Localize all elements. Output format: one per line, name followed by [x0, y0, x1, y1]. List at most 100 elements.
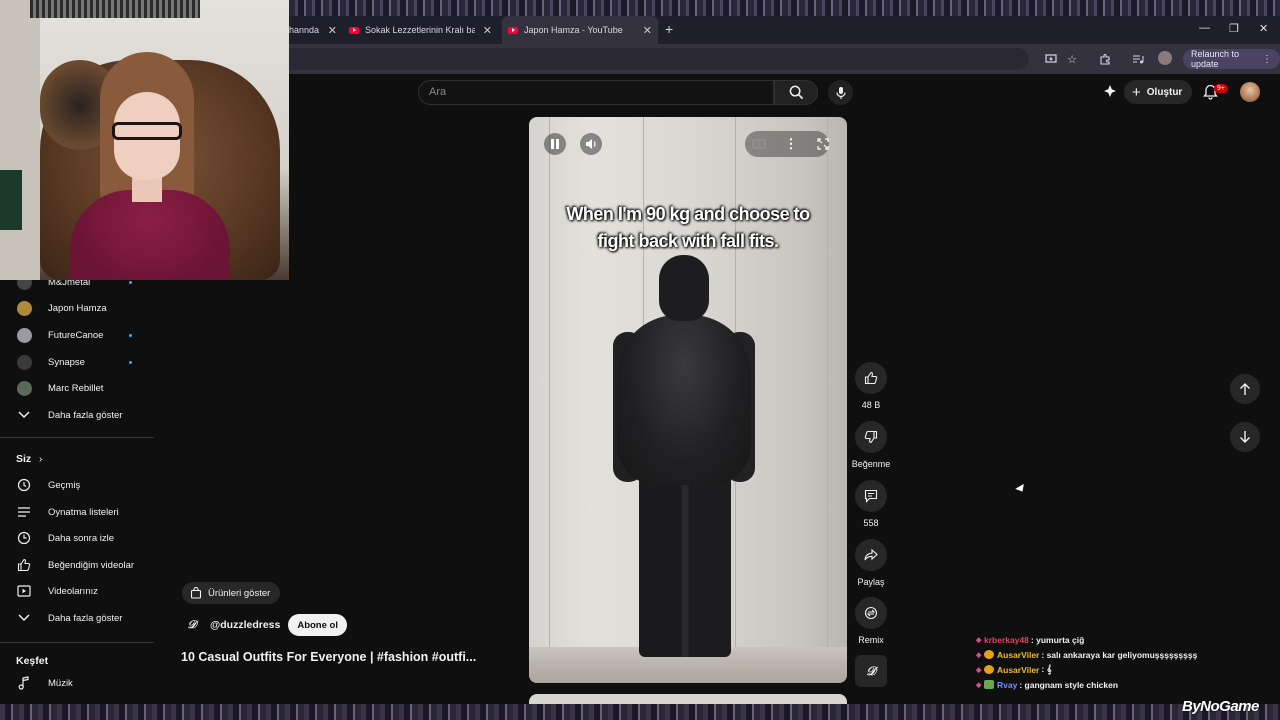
install-app-icon[interactable] [1044, 52, 1058, 66]
fullscreen-icon [817, 138, 829, 150]
video-person [639, 467, 731, 657]
fullscreen-button[interactable] [812, 133, 834, 155]
chat-message: ◆ Rvay : gangnam style chicken [976, 677, 1276, 692]
shorts-video-player[interactable]: When I'm 90 kg and choose to fight back … [529, 117, 847, 683]
channel-avatar [16, 380, 32, 396]
thumbs-up-icon [864, 371, 878, 385]
show-more-label: Daha fazla göster [48, 612, 123, 624]
sidebar: M&Jmetal Japon Hamza FutureCanoe Synapse… [0, 274, 154, 704]
audio-source-button[interactable]: 𝒟 [851, 655, 891, 687]
relaunch-label: Relaunch to update [1191, 49, 1240, 69]
remix-label: Remix [858, 635, 884, 645]
search-button[interactable] [774, 80, 818, 105]
sidebar-item-your-videos[interactable]: Videolarınız [0, 578, 154, 604]
close-tab-icon[interactable]: ✕ [328, 24, 337, 37]
chat-badge-icon [984, 680, 994, 689]
show-more-you-button[interactable]: Daha fazla göster [0, 605, 154, 631]
sidebar-item-watch-later[interactable]: Daha sonra izle [0, 525, 154, 551]
create-button[interactable]: + Oluştur [1124, 80, 1193, 104]
sidebar-item-liked-videos[interactable]: Beğendiğim videolar [0, 552, 154, 578]
pause-button[interactable] [544, 133, 566, 155]
previous-short-button[interactable] [1230, 374, 1260, 404]
restore-icon[interactable]: ❐ [1229, 22, 1239, 35]
sidebar-item-subscription[interactable]: Japon Hamza [0, 295, 154, 321]
bookmark-star-icon[interactable]: ☆ [1065, 52, 1079, 66]
sidebar-item-music[interactable]: Müzik [0, 670, 154, 696]
cast-sparkle-icon[interactable] [1102, 84, 1118, 100]
new-tab-icon[interactable]: + [665, 21, 673, 37]
channel-row: 𝒟 @duzzledress Abone ol [182, 614, 347, 636]
chat-text: : salı ankaraya kar geliyomuşşşşşşşşş [1041, 649, 1198, 660]
chat-text: : 𝄞 [1041, 664, 1052, 674]
next-short-button[interactable] [1230, 422, 1260, 452]
microphone-icon [835, 86, 846, 99]
browser-tab-bar: hannda ✕ Sokak Lezzetlerinin Kralı bahar… [289, 16, 1280, 44]
search-input[interactable]: Ara [418, 80, 774, 105]
sidebar-divider [0, 642, 154, 643]
channel-avatar[interactable]: 𝒟 [182, 615, 202, 635]
chat-username: krberkay48 [984, 634, 1029, 645]
browser-tab-1[interactable]: hannda ✕ [289, 16, 337, 44]
show-products-label: Ürünleri göster [208, 587, 271, 599]
browser-tab-2[interactable]: Sokak Lezzetlerinin Kralı bahar ✕ [349, 16, 492, 44]
dislike-button[interactable]: Beğenme [851, 421, 891, 469]
search-icon [789, 85, 803, 100]
chat-message: ◆ krberkay48 : yumurta çiğ [976, 632, 1276, 647]
stream-border-bottom [0, 704, 1280, 720]
show-more-subscriptions-button[interactable]: Daha fazla göster [0, 402, 154, 428]
sidebar-item-label: Daha sonra izle [48, 532, 115, 544]
next-short-preview[interactable] [529, 694, 847, 704]
more-options-button[interactable]: ⋮ [780, 133, 802, 155]
short-title[interactable]: 10 Casual Outfits For Everyone | #fashio… [181, 650, 476, 664]
close-tab-icon[interactable]: ✕ [643, 24, 652, 37]
sidebar-item-label: Marc Rebillet [48, 382, 104, 394]
create-label: Oluştur [1146, 86, 1183, 98]
channel-handle[interactable]: @duzzledress [210, 619, 280, 631]
minimize-icon[interactable]: — [1199, 22, 1210, 34]
chat-marker-icon: ◆ [976, 666, 982, 674]
stream-chat-overlay: ◆ krberkay48 : yumurta çiğ ◆ AusarViler … [976, 632, 1276, 692]
address-field[interactable] [289, 48, 1029, 70]
volume-button[interactable] [580, 133, 602, 155]
clock-icon [16, 530, 32, 546]
comments-button[interactable]: 558 [851, 480, 891, 528]
window-close-icon[interactable]: ✕ [1259, 22, 1268, 35]
sidebar-item-subscription[interactable]: FutureCanoe [0, 322, 154, 348]
screen: hannda ✕ Sokak Lezzetlerinin Kralı bahar… [0, 0, 1280, 720]
you-heading: Siz [16, 453, 32, 465]
browser-tab-3-active[interactable]: Japon Hamza - YouTube ✕ [502, 16, 658, 44]
close-tab-icon[interactable]: ✕ [483, 24, 492, 37]
share-label: Paylaş [857, 577, 885, 587]
sidebar-item-history[interactable]: Geçmiş [0, 472, 154, 498]
video-icon [16, 583, 32, 599]
sidebar-item-label: Synapse [48, 356, 85, 368]
remix-button[interactable]: Remix [851, 597, 891, 645]
chevron-right-icon: › [39, 453, 43, 465]
new-content-dot [129, 360, 132, 364]
like-count: 48 B [861, 400, 881, 410]
mouse-cursor [1015, 483, 1027, 495]
profile-avatar-icon[interactable] [1158, 51, 1172, 65]
chat-text: : gangnam style chicken [1019, 679, 1119, 690]
show-products-button[interactable]: Ürünleri göster [182, 582, 281, 604]
svg-text:CC: CC [755, 142, 763, 148]
tab-title: Sokak Lezzetlerinin Kralı bahar [365, 25, 475, 35]
sidebar-item-subscription[interactable]: Synapse [0, 349, 154, 375]
captions-button[interactable]: CC [748, 133, 770, 155]
you-section-header[interactable]: Siz › [0, 446, 154, 472]
voice-search-button[interactable] [828, 80, 853, 105]
closed-captions-icon: CC [752, 139, 766, 149]
share-button[interactable]: Paylaş [851, 539, 891, 587]
sidebar-item-playlists[interactable]: Oynatma listeleri [0, 499, 154, 525]
subscribe-button[interactable]: Abone ol [288, 614, 347, 636]
media-controls-icon[interactable] [1131, 52, 1145, 66]
sidebar-item-label: Müzik [48, 677, 73, 689]
account-avatar[interactable] [1240, 82, 1260, 102]
relaunch-to-update-button[interactable]: Relaunch to update ⋮ [1183, 49, 1280, 69]
extensions-icon[interactable] [1098, 52, 1112, 66]
sidebar-item-subscription[interactable]: Marc Rebillet [0, 375, 154, 401]
video-caption: When I'm 90 kg and choose to fight back … [529, 201, 847, 255]
sidebar-item-label: Japon Hamza [48, 302, 107, 314]
like-button[interactable]: 48 B [851, 362, 891, 410]
chevron-down-icon [16, 407, 32, 423]
